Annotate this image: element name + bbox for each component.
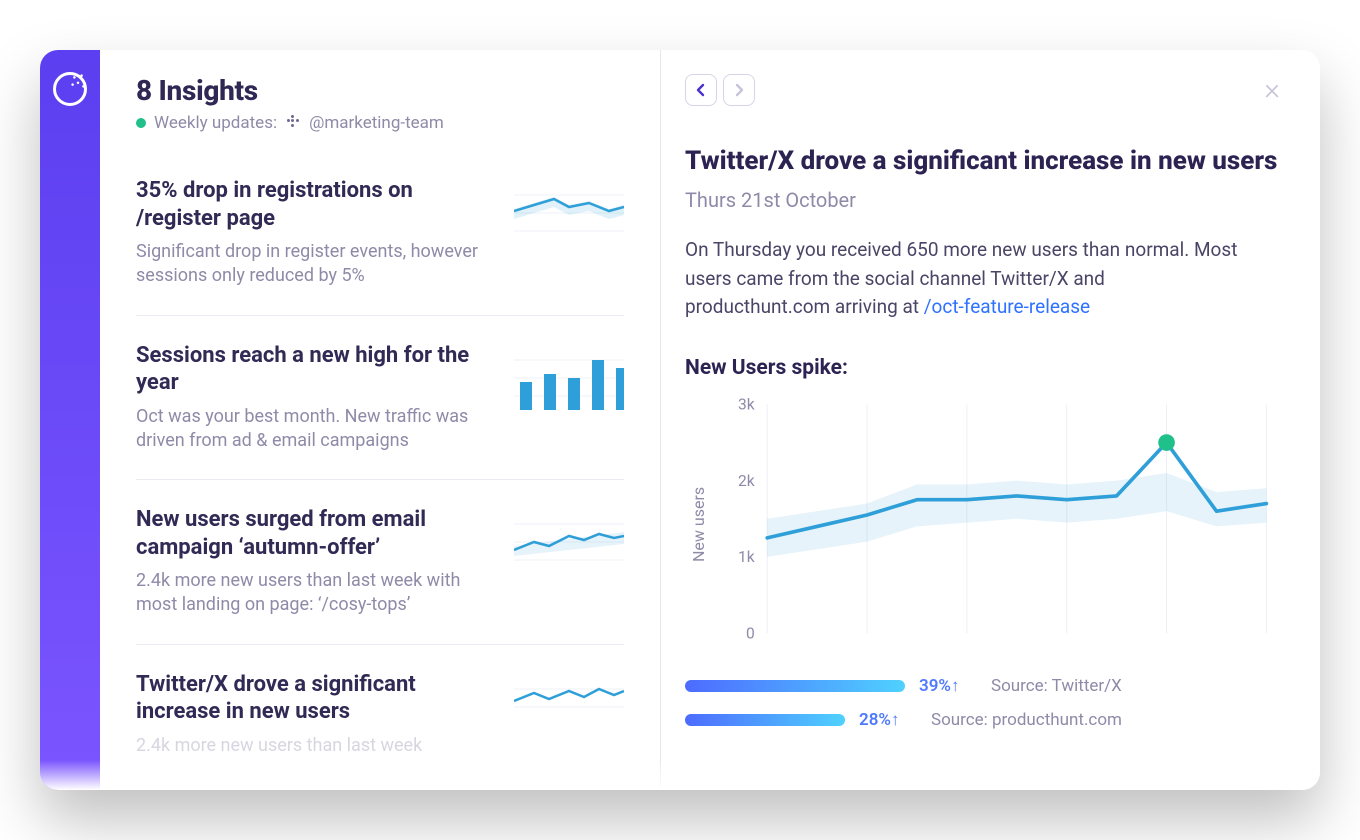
insight-detail-pane: × Twitter/X drove a significant increase… [661,50,1320,790]
sparkbar-icon [514,342,624,414]
svg-text:2k: 2k [738,471,755,489]
subtitle-row: Weekly updates: @marketing-team [136,113,624,133]
channel-name[interactable]: @marketing-team [309,113,444,133]
sparkline-icon [514,177,624,249]
logo-icon [53,72,87,106]
chart-svg: 0 1k 2k 3k [712,394,1280,654]
detail-body-link[interactable]: /oct-feature-release [924,295,1090,318]
insight-desc: Significant drop in register events, how… [136,240,498,289]
detail-date: Thurs 21st October [685,188,1280,212]
insight-item[interactable]: Twitter/X drove a significant increase i… [136,645,624,784]
slack-icon [285,113,301,133]
insight-desc: 2.4k more new users than last week with … [136,569,498,618]
source-label: Source: producthunt.com [931,710,1122,730]
source-bar [685,714,845,726]
source-pct: 39%↑ [919,676,977,696]
insight-item[interactable]: New users surged from email campaign ‘au… [136,480,624,645]
close-icon[interactable]: × [1264,75,1280,105]
next-insight-button[interactable] [723,74,755,106]
source-breakdown: 39%↑ Source: Twitter/X 28%↑ Source: prod… [685,676,1280,730]
insight-desc: Oct was your best month. New traffic was… [136,405,498,454]
app-frame: 8 Insights Weekly updates: @marketing-te… [40,50,1320,790]
source-pct: 28%↑ [859,710,917,730]
insight-item[interactable]: 35% drop in registrations on /register p… [136,151,624,316]
svg-text:3k: 3k [738,395,755,413]
insight-title: Sessions reach a new high for the year [136,342,498,397]
new-users-chart: New users 0 1k 2k 3k [685,394,1280,654]
source-label: Source: Twitter/X [991,676,1122,696]
insight-title: Twitter/X drove a significant increase i… [136,671,498,726]
subtitle-prefix: Weekly updates: [154,113,277,133]
prev-insight-button[interactable] [685,74,717,106]
sparkline-icon [514,671,624,743]
insight-title: New users surged from email campaign ‘au… [136,506,498,561]
source-row: 39%↑ Source: Twitter/X [685,676,1280,696]
source-row: 28%↑ Source: producthunt.com [685,710,1280,730]
insight-title: 35% drop in registrations on /register p… [136,177,498,232]
insights-list-pane: 8 Insights Weekly updates: @marketing-te… [100,50,660,790]
svg-text:0: 0 [746,624,755,642]
insight-desc: 2.4k more new users than last week [136,734,498,758]
source-bar [685,680,905,692]
chart-y-axis-label: New users [685,394,712,654]
svg-text:1k: 1k [738,548,755,566]
detail-body: On Thursday you received 650 more new us… [685,236,1245,322]
chart-title: New Users spike: [685,356,1280,380]
page-title: 8 Insights [136,74,624,107]
sidebar [40,50,100,790]
sparkline-icon [514,506,624,578]
insight-item[interactable]: Sessions reach a new high for the year O… [136,316,624,481]
insights-list: 35% drop in registrations on /register p… [136,151,624,784]
detail-title: Twitter/X drove a significant increase i… [685,146,1280,176]
status-dot-icon [136,118,146,128]
